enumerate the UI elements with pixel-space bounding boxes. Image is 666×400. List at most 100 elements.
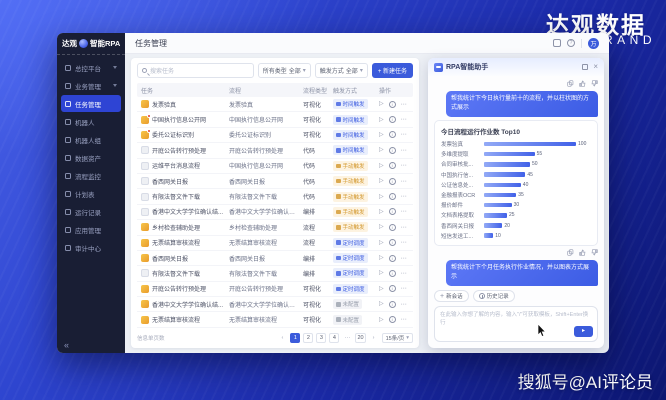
expand-icon[interactable] [582,64,588,70]
thumbs-up-icon[interactable] [579,80,586,87]
copy-icon[interactable] [567,80,574,87]
run-icon[interactable]: ▷ [379,286,384,292]
prev-page-button[interactable]: ‹ [277,333,287,343]
filter-trigger-dropdown[interactable]: 触发方式 全部 ▾ [315,63,368,78]
next-page-button[interactable]: › [369,333,379,343]
run-icon[interactable]: ▷ [379,209,384,215]
new-task-button[interactable]: + 新建任务 [372,63,413,78]
more-icon[interactable]: ⋯ [401,208,408,215]
table-row[interactable]: 香港中文大学学位确认结...香港中文大学学位确认结果查...可视化未配置▷i⋯ [137,297,413,312]
page-button-2[interactable]: 2 [303,333,313,343]
more-icon[interactable]: ⋯ [401,147,408,154]
more-icon[interactable]: ⋯ [401,316,408,323]
run-icon[interactable]: ▷ [379,147,384,153]
more-icon[interactable]: ⋯ [401,285,408,292]
history-button[interactable]: 历史记录 [473,290,515,302]
sidebar-item-审计中心[interactable]: 审计中心 [61,239,121,256]
run-icon[interactable]: ▷ [379,255,384,261]
run-icon[interactable]: ▷ [379,194,384,200]
run-icon[interactable]: ▷ [379,132,384,138]
info-icon[interactable]: i [389,270,396,277]
info-icon[interactable]: i [389,131,396,138]
close-icon[interactable]: × [593,63,598,71]
more-icon[interactable]: ⋯ [401,101,408,108]
filter-type-dropdown[interactable]: 所有类型 全部 ▾ [258,63,311,78]
page-button-4[interactable]: 4 [329,333,339,343]
info-icon[interactable]: i [389,224,396,231]
page-size-select[interactable]: 15条/页▾ [382,333,413,343]
info-icon[interactable]: i [389,147,396,154]
sidebar-item-流程监控[interactable]: 流程监控 [61,167,121,184]
more-icon[interactable]: ⋯ [401,116,408,123]
info-icon[interactable]: i [389,239,396,246]
info-icon[interactable]: i [389,285,396,292]
sidebar-item-任务管理[interactable]: 任务管理 [61,95,121,112]
sidebar-item-运行记录[interactable]: 运行记录 [61,203,121,220]
page-button-1[interactable]: 1 [290,333,300,343]
thumbs-down-icon[interactable] [591,80,598,87]
table-row[interactable]: 无票结算审核流程无票结算审核流程可视化未配置▷i⋯ [137,312,413,327]
run-icon[interactable]: ▷ [379,178,384,184]
run-icon[interactable]: ▷ [379,101,384,107]
table-row[interactable]: 运维平台消息流程中国执行信息公开网代码手动触发▷i⋯ [137,159,413,174]
info-icon[interactable]: i [389,162,396,169]
search-input[interactable]: 搜索任务 [137,63,254,78]
chevron-down-icon [113,66,117,69]
table-row[interactable]: 有限法督文件下载有限法督文件下载代码手动触发▷i⋯ [137,189,413,204]
info-icon[interactable]: i [389,316,396,323]
table-row[interactable]: 乡村检查辅助处理乡村检查辅助处理流程手动触发▷i⋯ [137,220,413,235]
info-icon[interactable]: i [389,301,396,308]
run-icon[interactable]: ▷ [379,301,384,307]
run-icon[interactable]: ▷ [379,270,384,276]
more-icon[interactable]: ⋯ [401,178,408,185]
info-icon[interactable]: i [389,193,396,200]
more-icon[interactable]: ⋯ [401,270,408,277]
run-icon[interactable]: ▷ [379,163,384,169]
sidebar-item-机器人组[interactable]: 机器人组 [61,131,121,148]
sidebar-collapse-button[interactable]: « [57,338,125,353]
sidebar-item-应用管理[interactable]: 应用管理 [61,221,121,238]
sidebar-item-总控平台[interactable]: 总控平台 [61,59,121,76]
user-avatar[interactable]: 万 [588,38,599,49]
sidebar-item-机器人[interactable]: 机器人 [61,113,121,130]
window-icon[interactable] [553,39,561,47]
table-row[interactable]: 无票结算审核流程无票结算审核流程流程定时调度▷i⋯ [137,236,413,251]
info-icon[interactable]: i [389,178,396,185]
info-icon[interactable]: i [389,101,396,108]
more-icon[interactable]: ⋯ [401,162,408,169]
more-icon[interactable]: ⋯ [401,193,408,200]
more-icon[interactable]: ⋯ [401,239,408,246]
run-icon[interactable]: ▷ [379,317,384,323]
run-icon[interactable]: ▷ [379,224,384,230]
thumbs-up-icon[interactable] [579,249,586,256]
table-row[interactable]: 香港中文大学学位确认结...香港中文大学学位确认结果查...编排手动触发▷i⋯ [137,205,413,220]
run-icon[interactable]: ▷ [379,117,384,123]
table-row[interactable]: 开庭公告转行预处理开庭公告转行预处理代码时间触发▷i⋯ [137,143,413,158]
table-row[interactable]: 香西网关日报香西网关日报编排定时调度▷i⋯ [137,251,413,266]
table-row[interactable]: 有限法督文件下载有限法督文件下载编排定时调度▷i⋯ [137,266,413,281]
more-icon[interactable]: ⋯ [401,255,408,262]
run-icon[interactable]: ▷ [379,240,384,246]
send-button[interactable]: ▸ [574,326,593,337]
new-chat-button[interactable]: + 新会话 [434,290,469,302]
more-icon[interactable]: ⋯ [401,301,408,308]
help-icon[interactable]: ? [567,39,575,47]
chat-input[interactable]: 在此输入你想了解的内容，输入"/"可获取模板，Shift+Enter换行 ▸ [434,306,598,342]
table-row[interactable]: 开庭公告转行预处理开庭公告转行预处理可视化定时调度▷i⋯ [137,282,413,297]
table-row[interactable]: 发票验真发票验真可视化时间触发▷i⋯ [137,97,413,112]
table-row[interactable]: 委托公证标识别委托公证标识别可视化时间触发▷i⋯ [137,128,413,143]
page-button-20[interactable]: 20 [355,333,365,343]
page-button-3[interactable]: 3 [316,333,326,343]
more-icon[interactable]: ⋯ [401,131,408,138]
more-icon[interactable]: ⋯ [401,224,408,231]
table-row[interactable]: 中国执行信息公开网中国执行信息公开网可视化时间触发▷i⋯ [137,112,413,127]
copy-icon[interactable] [567,249,574,256]
table-row[interactable]: 香西网关日报香西网关日报代码手动触发▷i⋯ [137,174,413,189]
info-icon[interactable]: i [389,208,396,215]
thumbs-down-icon[interactable] [591,249,598,256]
info-icon[interactable]: i [389,116,396,123]
info-icon[interactable]: i [389,255,396,262]
sidebar-item-计划表[interactable]: 计划表 [61,185,121,202]
sidebar-item-数据资产[interactable]: 数据资产 [61,149,121,166]
sidebar-item-业务管理[interactable]: 业务管理 [61,77,121,94]
